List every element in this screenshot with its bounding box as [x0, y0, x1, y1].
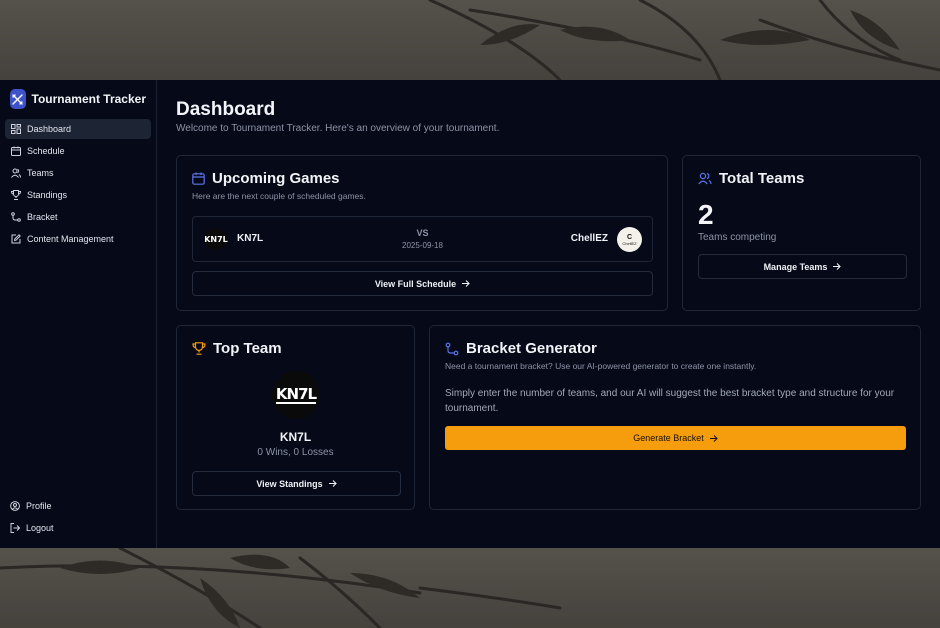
users-icon: [11, 168, 21, 178]
generate-bracket-button[interactable]: Generate Bracket: [445, 426, 906, 450]
arrow-right-icon: [709, 434, 718, 442]
view-standings-button[interactable]: View Standings: [192, 471, 401, 496]
sidebar-footer: Profile Logout: [10, 496, 54, 540]
sidebar-item-bracket[interactable]: Bracket: [5, 207, 151, 227]
sidebar-item-label: Schedule: [27, 146, 65, 156]
bracket-generator-title: Bracket Generator: [466, 340, 597, 357]
sidebar-item-standings[interactable]: Standings: [5, 185, 151, 205]
users-icon: [698, 172, 712, 185]
user-circle-icon: [10, 501, 20, 511]
bracket-icon: [11, 212, 21, 222]
main-content: Dashboard Welcome to Tournament Tracker.…: [157, 80, 940, 548]
manage-teams-button[interactable]: Manage Teams: [698, 254, 907, 279]
sidebar-item-content-management[interactable]: Content Management: [5, 229, 151, 249]
bracket-generator-description: Need a tournament bracket? Use our AI-po…: [445, 361, 757, 371]
teams-competing-label: Teams competing: [698, 232, 777, 243]
away-team-name: ChellEZ: [570, 233, 608, 244]
top-team-title: Top Team: [213, 340, 282, 357]
sidebar-item-schedule[interactable]: Schedule: [5, 141, 151, 161]
sidebar-item-dashboard[interactable]: Dashboard: [5, 119, 151, 139]
background-top: [0, 0, 940, 80]
team-logo-chellez: C ChellEZ: [617, 227, 642, 252]
upcoming-games-description: Here are the next couple of scheduled ga…: [192, 191, 366, 201]
sidebar-item-label: Logout: [26, 523, 54, 533]
top-team-card: Top Team KN7L KN7L 0 Wins, 0 Losses View…: [176, 325, 415, 510]
app-title: Tournament Tracker: [31, 92, 146, 106]
sidebar-item-profile[interactable]: Profile: [10, 496, 54, 516]
logout-icon: [10, 523, 20, 533]
trophy-icon: [11, 190, 21, 200]
app-window: Tournament Tracker Dashboard Schedule Te…: [0, 80, 940, 548]
sidebar-item-label: Dashboard: [27, 124, 72, 134]
sidebar-item-logout[interactable]: Logout: [10, 518, 54, 538]
arrow-right-icon: [328, 480, 337, 487]
sidebar-item-label: Content Management: [27, 234, 114, 244]
trophy-icon: [192, 342, 206, 355]
sidebar-item-label: Profile: [26, 501, 52, 511]
bracket-generator-body: Simply enter the number of teams, and ou…: [445, 388, 895, 414]
edit-icon: [11, 234, 21, 244]
page-title: Dashboard: [176, 99, 276, 120]
dashboard-icon: [11, 124, 21, 134]
top-team-logo: KN7L: [272, 371, 320, 419]
top-team-record: 0 Wins, 0 Losses: [257, 447, 334, 458]
sidebar-item-teams[interactable]: Teams: [5, 163, 151, 183]
game-row[interactable]: KN7L KN7L VS 2025-09-18 ChellEZ C ChellE…: [192, 216, 653, 262]
top-team-name: KN7L: [279, 430, 312, 444]
sidebar-item-label: Standings: [27, 190, 68, 200]
bracket-icon: [445, 342, 459, 355]
calendar-icon: [11, 146, 21, 156]
sidebar-nav: Dashboard Schedule Teams Standings Brack…: [5, 119, 151, 249]
brand[interactable]: Tournament Tracker: [5, 89, 151, 109]
upcoming-games-title: Upcoming Games: [212, 170, 340, 187]
upcoming-games-card: Upcoming Games Here are the next couple …: [176, 155, 668, 311]
sidebar: Tournament Tracker Dashboard Schedule Te…: [0, 80, 157, 548]
bracket-generator-card: Bracket Generator Need a tournament brac…: [429, 325, 921, 510]
sidebar-item-label: Bracket: [27, 212, 58, 222]
calendar-icon: [192, 172, 205, 185]
background-bottom: [0, 548, 940, 628]
sidebar-item-label: Teams: [27, 168, 54, 178]
arrow-right-icon: [462, 280, 470, 287]
view-full-schedule-button[interactable]: View Full Schedule: [192, 271, 653, 296]
total-teams-title: Total Teams: [719, 170, 805, 187]
arrow-right-icon: [833, 263, 842, 270]
total-teams-card: Total Teams 2 Teams competing Manage Tea…: [682, 155, 921, 311]
page-subtitle: Welcome to Tournament Tracker. Here's an…: [176, 123, 500, 134]
team-count: 2: [698, 199, 714, 230]
app-logo-icon: [10, 89, 26, 109]
